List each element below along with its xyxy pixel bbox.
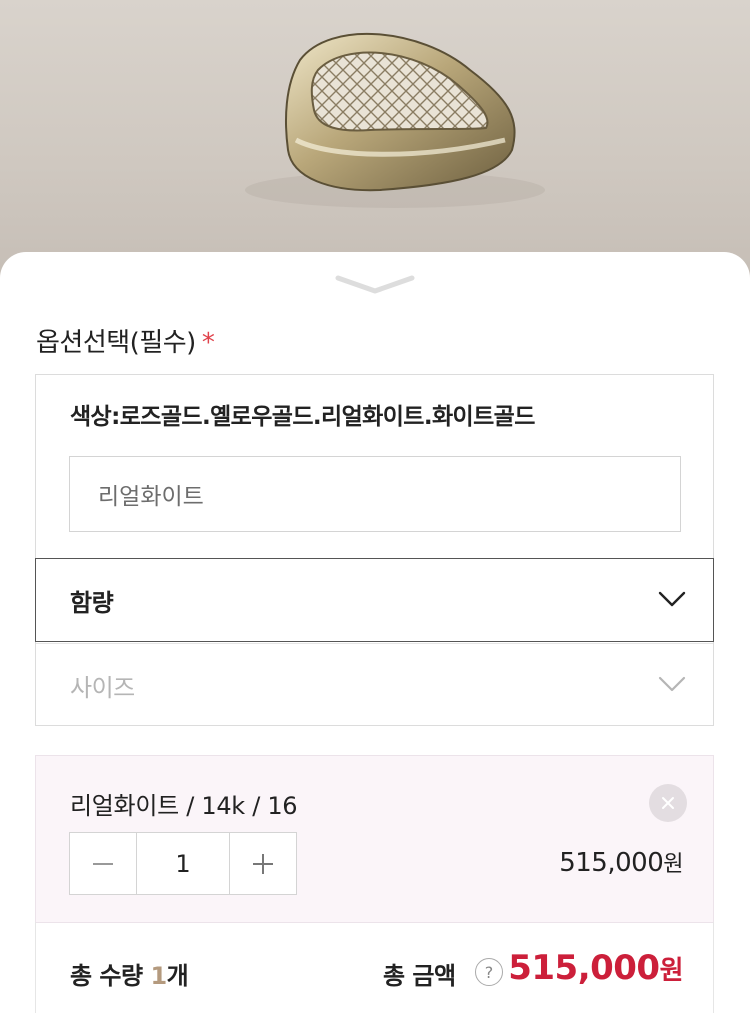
remove-item-button[interactable]: [649, 784, 687, 822]
total-amount: 515,000원: [508, 948, 683, 988]
close-icon: [662, 797, 674, 809]
required-mark: *: [201, 328, 215, 358]
size-select[interactable]: 사이즈: [36, 643, 713, 727]
color-option-input[interactable]: [69, 456, 681, 532]
total-amount-label: 총 금액: [383, 962, 456, 990]
color-option-label: 색상:로즈골드.옐로우골드.리얼화이트.화이트골드: [70, 404, 535, 430]
weight-select-label: 함량: [70, 588, 114, 617]
option-sheet: 옵션선택(필수)* 색상:로즈골드.옐로우골드.리얼화이트.화이트골드 함량 사…: [0, 252, 750, 1013]
item-price-unit: 원: [663, 852, 683, 877]
selected-item-card: 리얼화이트 / 14k / 16 1 515,000원: [35, 755, 714, 923]
chevron-down-icon: [658, 591, 686, 607]
decrease-quantity-button[interactable]: [70, 833, 136, 894]
weight-select[interactable]: 함량: [35, 558, 714, 642]
increase-quantity-button[interactable]: [230, 833, 296, 894]
total-quantity-label: 총 수량: [70, 962, 151, 990]
option-title-text: 옵션선택(필수): [36, 328, 196, 358]
chevron-down-icon: [658, 676, 686, 692]
size-select-label: 사이즈: [70, 674, 135, 702]
total-quantity-unit: 개: [166, 962, 189, 990]
total-amount-value: 515,000: [508, 948, 660, 988]
item-price-value: 515,000: [559, 848, 664, 878]
option-panel: 색상:로즈골드.옐로우골드.리얼화이트.화이트골드 함량 사이즈: [35, 374, 714, 726]
option-section-title: 옵션선택(필수) *: [36, 322, 215, 359]
minus-icon: [93, 862, 113, 865]
quantity-stepper: 1: [69, 832, 297, 895]
chevron-down-icon[interactable]: [334, 274, 416, 296]
item-price: 515,000원: [559, 846, 683, 878]
quantity-value[interactable]: 1: [136, 833, 230, 894]
total-quantity-value: 1: [150, 962, 167, 990]
plus-icon: [253, 853, 273, 874]
total-quantity: 총 수량 1개: [70, 956, 189, 991]
order-totals: 총 수량 1개 총 금액 ? 515,000원: [35, 922, 714, 1013]
selected-item-name: 리얼화이트 / 14k / 16: [70, 792, 298, 820]
help-icon[interactable]: ?: [475, 958, 503, 986]
total-amount-unit: 원: [659, 956, 684, 986]
